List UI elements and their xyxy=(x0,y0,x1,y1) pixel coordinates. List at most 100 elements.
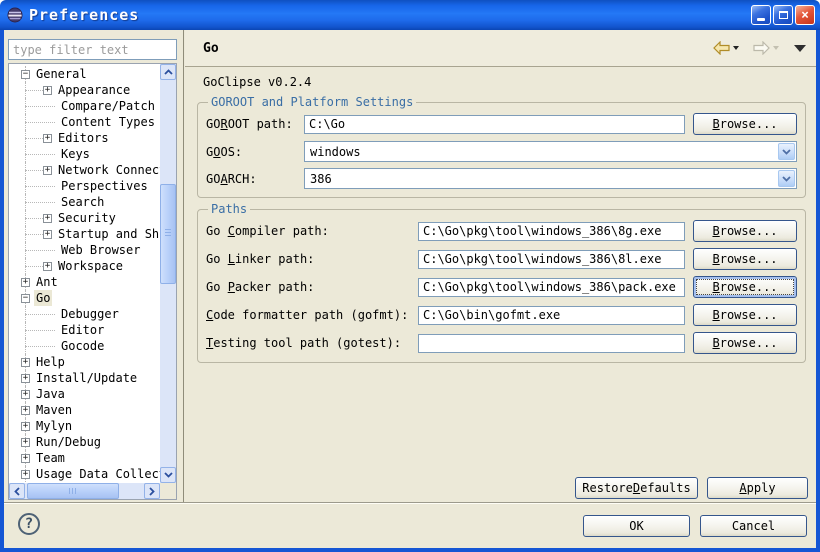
scroll-right-icon[interactable] xyxy=(144,483,160,499)
minimize-button[interactable] xyxy=(751,5,771,25)
help-icon[interactable]: ? xyxy=(18,513,40,535)
tree-item-run-debug[interactable]: + Run/Debug xyxy=(9,434,160,450)
expand-icon[interactable]: + xyxy=(43,134,52,143)
expand-icon[interactable]: + xyxy=(21,454,30,463)
collapse-icon[interactable]: − xyxy=(21,294,30,303)
testing-tool-path-label: Testing tool path (gotest): xyxy=(206,336,418,350)
tree-item-maven[interactable]: +Maven xyxy=(9,402,160,418)
tree-item-debugger[interactable]: Debugger xyxy=(9,306,160,322)
expand-icon[interactable]: + xyxy=(21,438,30,447)
expand-icon[interactable]: + xyxy=(43,214,52,223)
go-linker-path-browse-button[interactable]: Browse... xyxy=(693,248,797,270)
tree-item-label: Run/Debug xyxy=(34,434,103,450)
group-goroot-and-platform-settings: GOROOT and Platform SettingsGOROOT path:… xyxy=(197,95,806,198)
back-menu-icon[interactable] xyxy=(733,46,739,50)
tree-item-search[interactable]: Search xyxy=(9,194,160,210)
tree-item-keys[interactable]: Keys xyxy=(9,146,160,162)
expand-icon[interactable]: + xyxy=(21,390,30,399)
tree-item-label: Team xyxy=(34,450,67,466)
filter-input[interactable] xyxy=(8,39,177,60)
tree-item-network-connect[interactable]: + Network Connect xyxy=(9,162,160,178)
testing-tool-path-row: Testing tool path (gotest): Browse... xyxy=(206,332,797,354)
tree-item-go[interactable]: −Go xyxy=(9,290,160,306)
combo-value: windows xyxy=(310,145,361,159)
tree-item-general[interactable]: −General xyxy=(9,66,160,82)
expand-icon[interactable]: + xyxy=(21,470,30,479)
goroot-path-label: GOROOT path: xyxy=(206,117,304,131)
tree-item-gocode[interactable]: Gocode xyxy=(9,338,160,354)
tree-item-label: Install/Update xyxy=(34,370,139,386)
expand-icon[interactable]: + xyxy=(43,166,52,175)
tree-item-compare-patch[interactable]: Compare/Patch xyxy=(9,98,160,114)
tree-item-team[interactable]: + Team xyxy=(9,450,160,466)
scrollbar-corner xyxy=(160,483,176,499)
horizontal-scroll-thumb[interactable] xyxy=(27,483,119,499)
apply-button[interactable]: Apply xyxy=(707,477,808,499)
goos-combo[interactable]: windows xyxy=(304,141,797,162)
goroot-path-browse-button[interactable]: Browse... xyxy=(693,113,797,135)
combo-value: 386 xyxy=(310,172,332,186)
tree-horizontal-scrollbar[interactable] xyxy=(9,483,160,499)
tree-item-label: Editor xyxy=(59,322,106,338)
maximize-button[interactable] xyxy=(773,5,793,25)
scroll-down-icon[interactable] xyxy=(160,467,176,483)
scroll-left-icon[interactable] xyxy=(9,483,25,499)
goroot-path-input[interactable] xyxy=(304,115,685,134)
go-packer-path-input[interactable] xyxy=(418,278,685,297)
tree-item-content-types[interactable]: Content Types xyxy=(9,114,160,130)
forward-menu-icon[interactable] xyxy=(773,46,779,50)
tree-item-ant[interactable]: + Ant xyxy=(9,274,160,290)
tree-item-usage-data-collect[interactable]: + Usage Data Collect xyxy=(9,466,160,482)
code-formatter-path-input[interactable] xyxy=(418,306,685,325)
collapse-icon[interactable]: − xyxy=(21,70,30,79)
testing-tool-path-browse-button[interactable]: Browse... xyxy=(693,332,797,354)
tree-item-perspectives[interactable]: Perspectives xyxy=(9,178,160,194)
expand-icon[interactable]: + xyxy=(43,230,52,239)
window-title: Preferences xyxy=(29,6,749,24)
tree-item-appearance[interactable]: +Appearance xyxy=(9,82,160,98)
go-linker-path-input[interactable] xyxy=(418,250,685,269)
restore-defaults-button[interactable]: Restore Defaults xyxy=(575,477,698,499)
vertical-scroll-thumb[interactable] xyxy=(160,184,176,284)
cancel-button[interactable]: Cancel xyxy=(700,515,807,537)
close-button[interactable]: × xyxy=(795,5,815,25)
scroll-up-icon[interactable] xyxy=(160,64,176,80)
tree-item-startup-and-shu[interactable]: +Startup and Shu xyxy=(9,226,160,242)
expand-icon[interactable]: + xyxy=(21,358,30,367)
tree-item-mylyn[interactable]: +Mylyn xyxy=(9,418,160,434)
back-icon[interactable] xyxy=(713,41,730,55)
view-menu-icon[interactable] xyxy=(794,45,806,52)
testing-tool-path-input[interactable] xyxy=(418,334,685,353)
tree-item-web-browser[interactable]: Web Browser xyxy=(9,242,160,258)
tree-vertical-scrollbar[interactable] xyxy=(160,64,176,483)
tree-item-install-update[interactable]: + Install/Update xyxy=(9,370,160,386)
forward-icon[interactable] xyxy=(753,41,770,55)
go-packer-path-row: Go Packer path:Browse... xyxy=(206,276,797,298)
goos-label: GOOS: xyxy=(206,145,304,159)
tree-item-help[interactable]: + Help xyxy=(9,354,160,370)
tree-item-label: Ant xyxy=(34,274,60,290)
expand-icon[interactable]: + xyxy=(21,406,30,415)
tree-item-editors[interactable]: +Editors xyxy=(9,130,160,146)
tree-item-label: Usage Data Collect xyxy=(34,466,160,482)
tree-item-editor[interactable]: Editor xyxy=(9,322,160,338)
goarch-combo[interactable]: 386 xyxy=(304,168,797,189)
titlebar[interactable]: Preferences × xyxy=(0,0,820,30)
chevron-down-icon[interactable] xyxy=(778,143,795,160)
tree-item-java[interactable]: +Java xyxy=(9,386,160,402)
tree-item-workspace[interactable]: +Workspace xyxy=(9,258,160,274)
tree-item-label: Network Connect xyxy=(56,162,160,178)
expand-icon[interactable]: + xyxy=(21,374,30,383)
expand-icon[interactable]: + xyxy=(21,278,30,287)
go-compiler-path-browse-button[interactable]: Browse... xyxy=(693,220,797,242)
expand-icon[interactable]: + xyxy=(43,262,52,271)
code-formatter-path-browse-button[interactable]: Browse... xyxy=(693,304,797,326)
tree-item-label: Help xyxy=(34,354,67,370)
go-packer-path-browse-button[interactable]: Browse... xyxy=(693,276,797,298)
expand-icon[interactable]: + xyxy=(21,422,30,431)
chevron-down-icon[interactable] xyxy=(778,170,795,187)
expand-icon[interactable]: + xyxy=(43,86,52,95)
go-compiler-path-input[interactable] xyxy=(418,222,685,241)
tree-item-security[interactable]: +Security xyxy=(9,210,160,226)
ok-button[interactable]: OK xyxy=(583,515,690,537)
